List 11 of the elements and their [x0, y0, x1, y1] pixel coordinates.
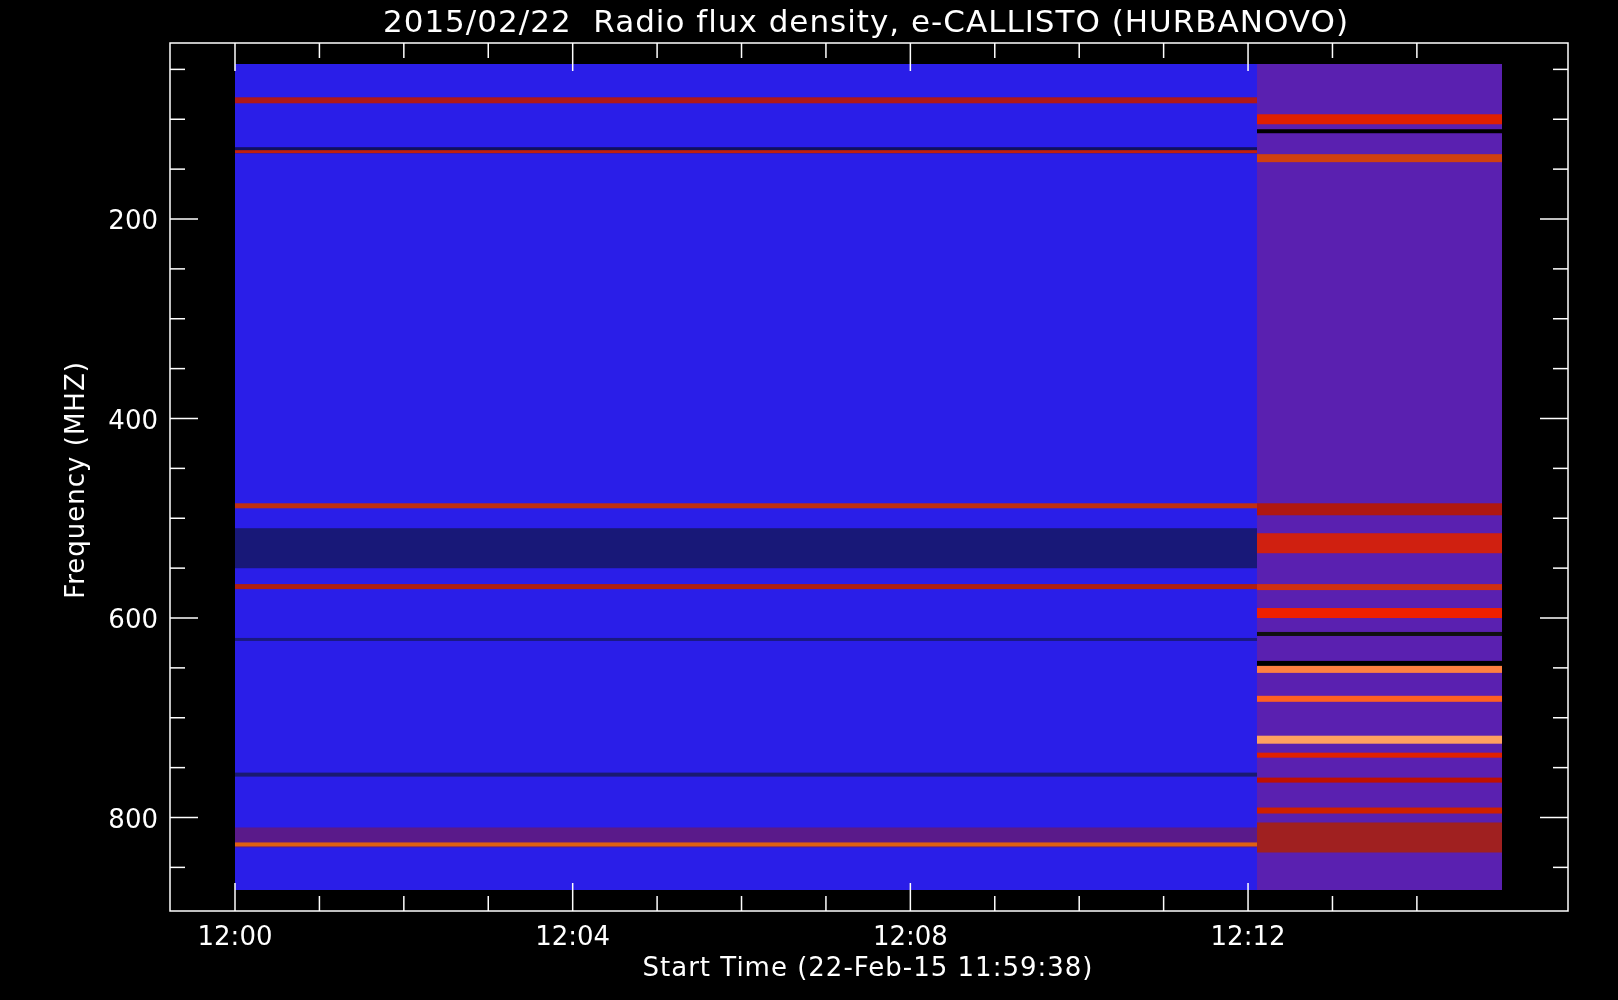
y-tick-label: 200 [108, 205, 158, 235]
y-tick-label: 400 [108, 404, 158, 435]
x-axis-label: Start Time (22-Feb-15 11:59:38) [642, 952, 1094, 982]
x-tick-label: 12:00 [197, 921, 273, 951]
x-tick-label: 12:12 [1210, 921, 1286, 951]
y-tick-label: 800 [108, 803, 158, 834]
y-tick-label: 600 [108, 604, 158, 634]
chart-title: 2015/02/22 Radio flux density, e-CALLISTO (HURBANOVO) [382, 3, 1350, 39]
y-axis-label: Frequency (MHZ) [60, 361, 90, 599]
x-tick-label: 12:04 [535, 921, 611, 951]
x-tick-label: 12:08 [872, 921, 948, 951]
